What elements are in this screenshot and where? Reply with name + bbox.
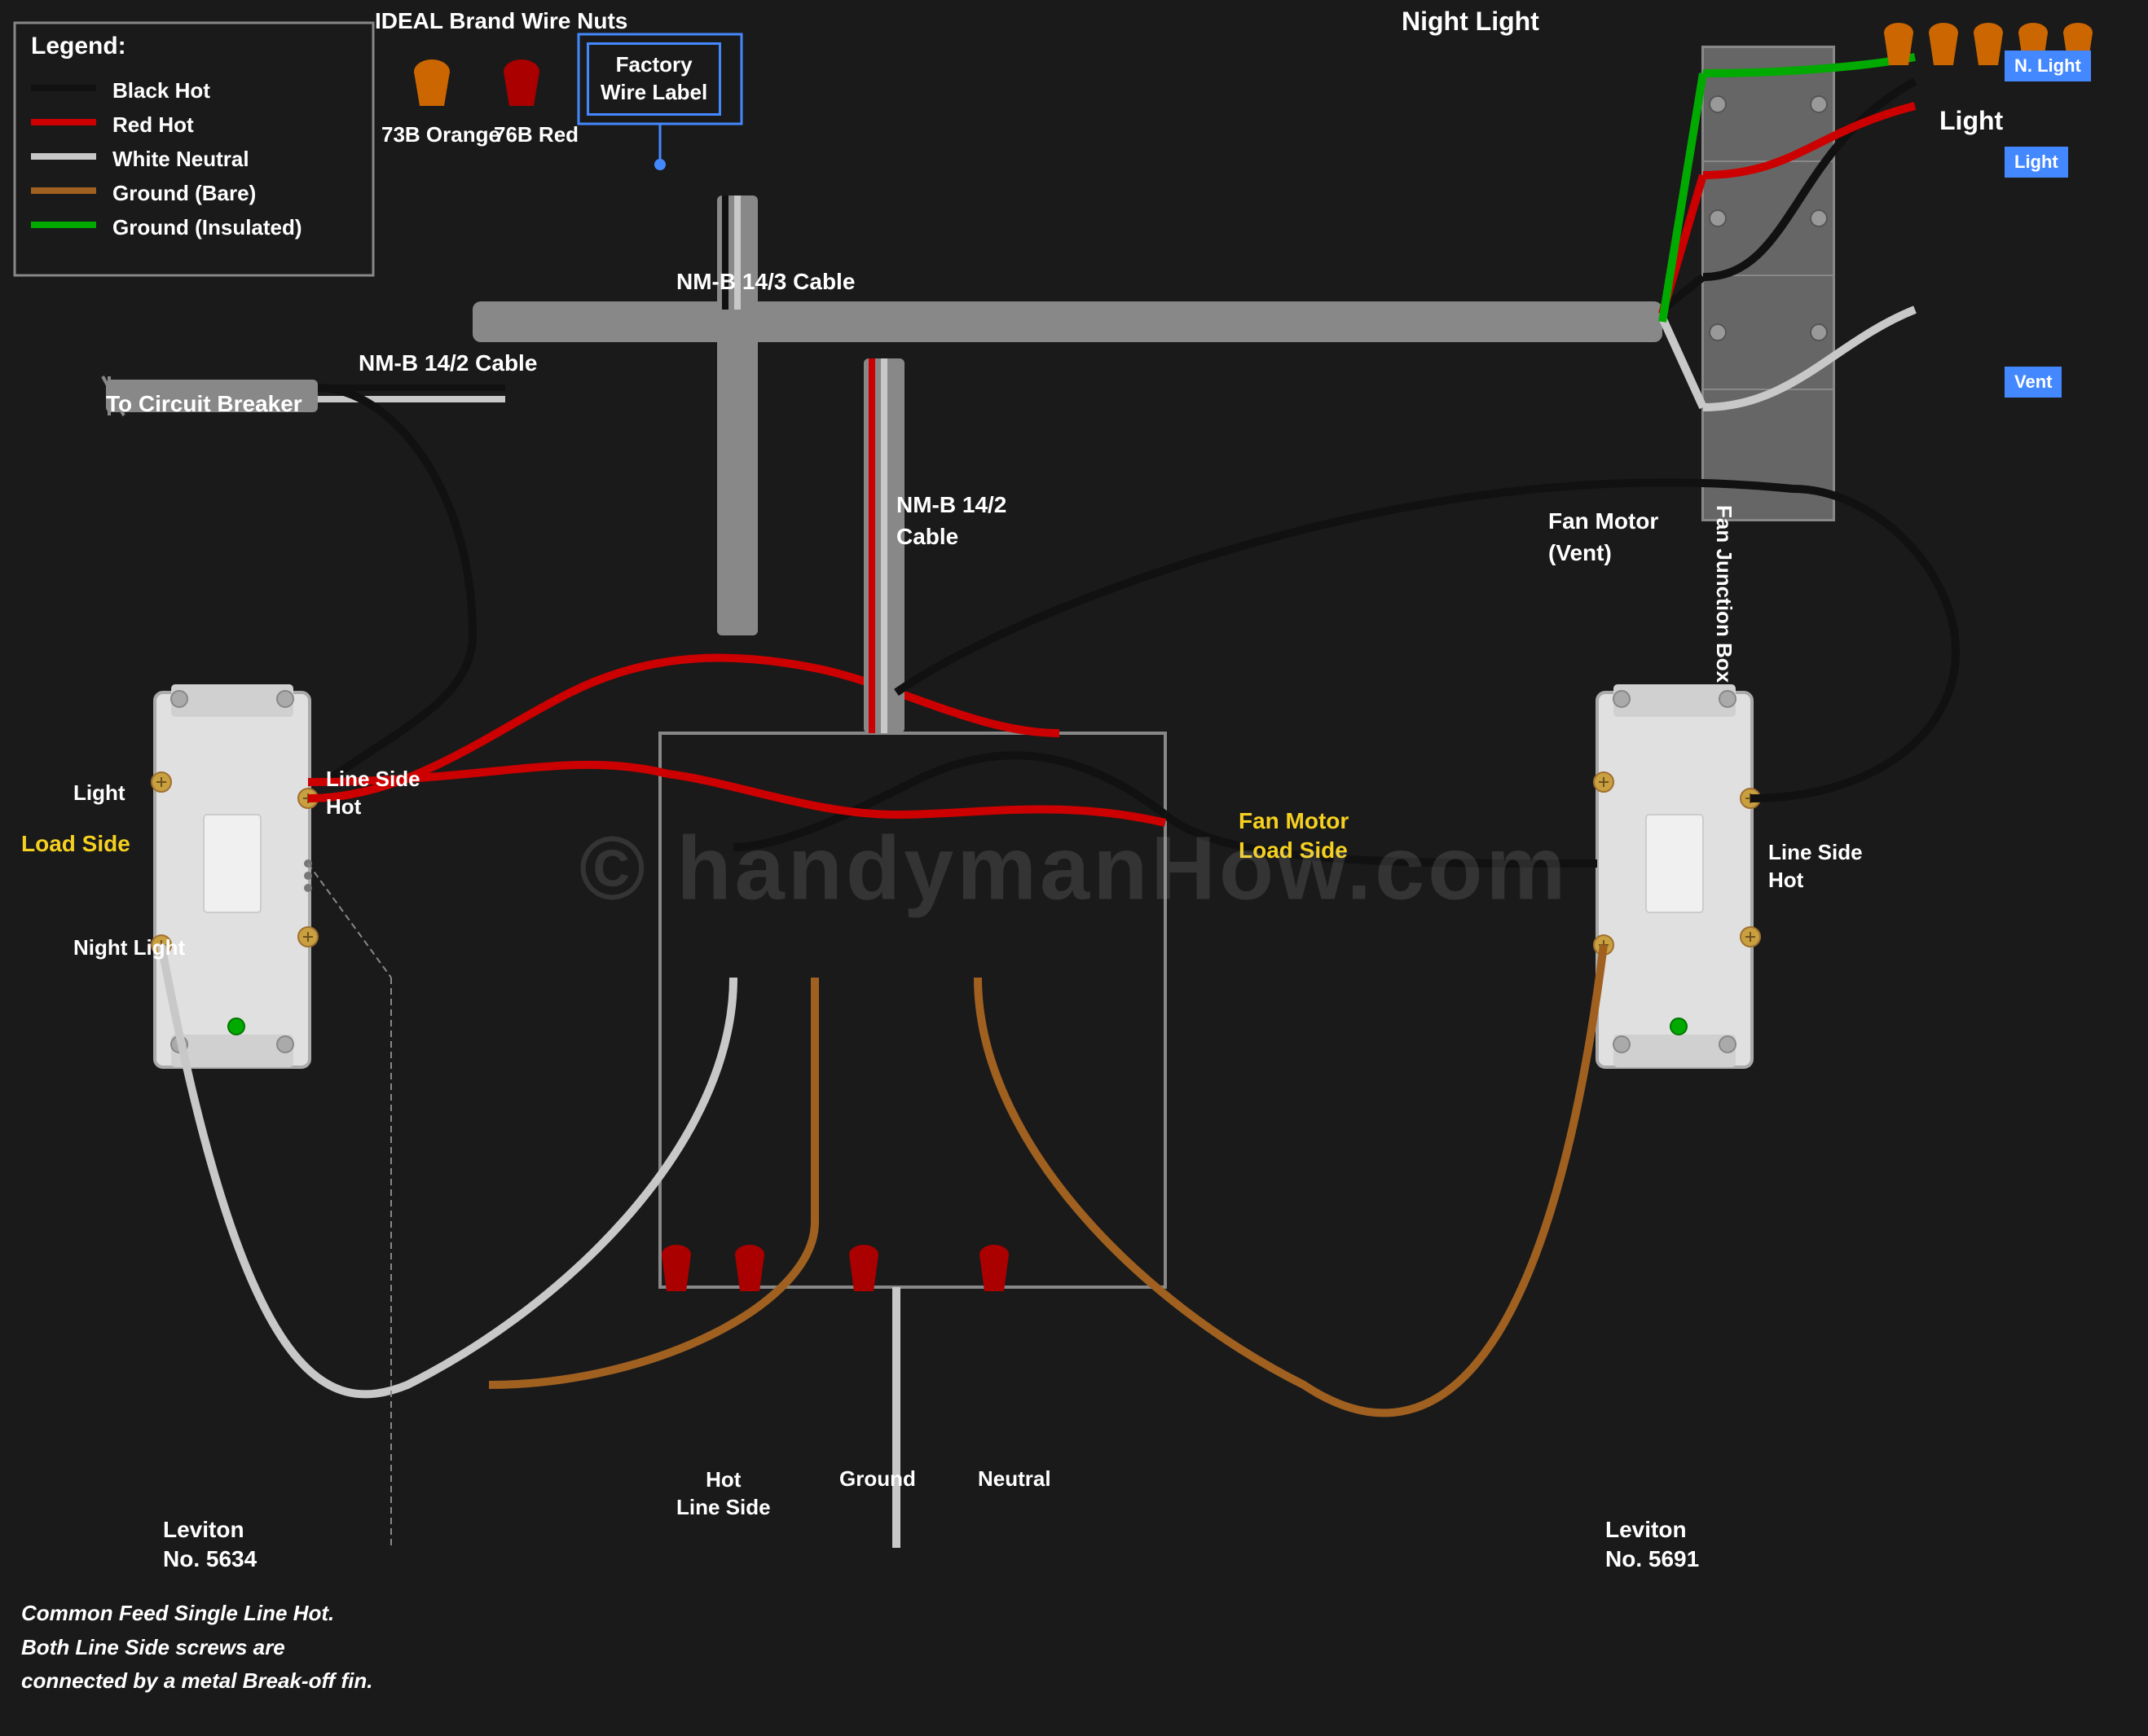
legend-ground-insulated: Ground (Insulated): [112, 215, 302, 240]
ideal-brand-label: IDEAL Brand Wire Nuts: [375, 8, 627, 34]
wiring-diagram: Legend: Black Hot Red Hot White Neutral …: [0, 0, 2148, 1736]
light-left-label: Light: [73, 780, 125, 806]
legend-red-hot: Red Hot: [112, 112, 194, 138]
fan-motor-load-side-label: Fan MotorLoad Side: [1239, 806, 1349, 866]
night-light-left-label: Night Light: [73, 935, 185, 960]
nmb142-right-label: NM-B 14/2Cable: [896, 489, 1006, 552]
factory-wire-label: Factory Wire Label: [587, 42, 721, 116]
light-top: Light: [1939, 106, 2003, 136]
line-side-hot-left-label: Line SideHot: [326, 766, 420, 821]
night-light-top: Night Light: [1402, 7, 1539, 37]
load-side-label: Load Side: [21, 831, 130, 857]
n-light-box: N. Light: [2005, 51, 2091, 81]
fan-motor-vent-label: Fan Motor(Vent): [1548, 505, 1658, 569]
neutral-label: Neutral: [978, 1466, 1051, 1492]
legend-white-neutral: White Neutral: [112, 147, 249, 172]
legend-ground-bare: Ground (Bare): [112, 181, 256, 206]
legend-black-hot: Black Hot: [112, 78, 210, 103]
73b-orange-label: 73B Orange: [381, 122, 500, 147]
76b-red-label: 76B Red: [494, 122, 579, 147]
light-box: Light: [2005, 147, 2068, 178]
bottom-text: Common Feed Single Line Hot. Both Line S…: [21, 1597, 373, 1699]
leviton-5634-label: LevitonNo. 5634: [163, 1515, 257, 1575]
to-circuit-breaker-label: To Circuit Breaker: [106, 391, 302, 417]
hot-line-side-label: HotLine Side: [676, 1466, 771, 1522]
nmb143-label: NM-B 14/3 Cable: [676, 269, 855, 295]
leviton-5691-label: LevitonNo. 5691: [1605, 1515, 1699, 1575]
ground-label: Ground: [839, 1466, 916, 1492]
vent-box: Vent: [2005, 367, 2062, 398]
line-side-hot-right-label: Line SideHot: [1768, 839, 1863, 894]
legend-title: Legend:: [31, 33, 126, 60]
nmb142-top-label: NM-B 14/2 Cable: [359, 350, 537, 376]
fan-junction-box-label: Fan Junction Box: [1711, 505, 1736, 683]
